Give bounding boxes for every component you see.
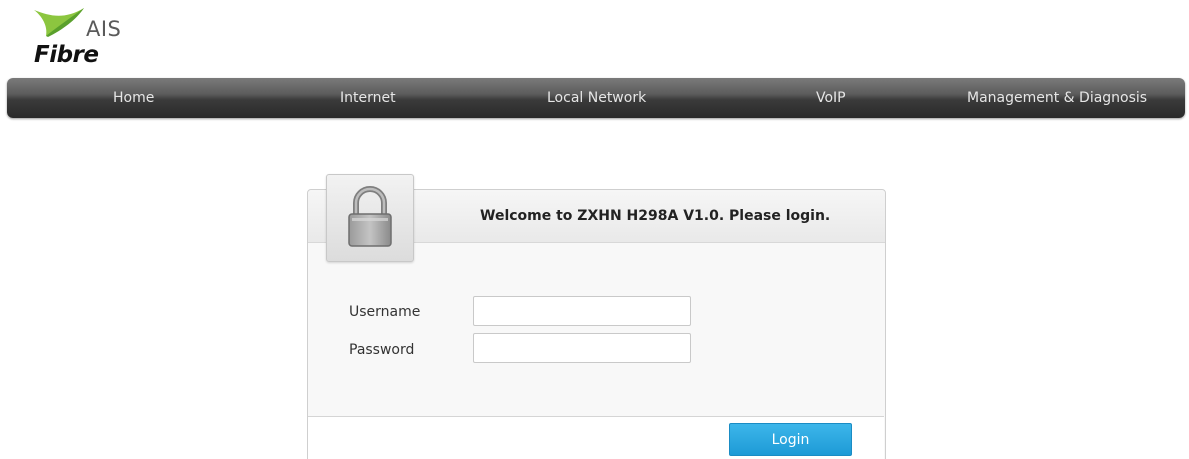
ais-fibre-logo: AIS Fibre: [30, 6, 140, 68]
nav-item-internet[interactable]: Internet: [340, 78, 396, 118]
login-page: AIS Fibre Home Internet Local Network Vo…: [0, 0, 1189, 459]
logo-product-text: Fibre: [34, 42, 99, 68]
password-label: Password: [349, 342, 415, 358]
logo-brand-text: AIS: [86, 17, 122, 41]
nav-item-management-diagnosis[interactable]: Management & Diagnosis: [967, 78, 1147, 118]
username-label: Username: [349, 304, 421, 320]
main-nav-bar: Home Internet Local Network VoIP Managem…: [7, 78, 1185, 118]
nav-item-local-network[interactable]: Local Network: [547, 78, 646, 118]
nav-item-home[interactable]: Home: [113, 78, 154, 118]
login-button[interactable]: Login: [729, 423, 852, 456]
nav-item-voip[interactable]: VoIP: [816, 78, 846, 118]
username-input[interactable]: [473, 296, 691, 326]
lock-icon: [348, 186, 392, 247]
login-title: Welcome to ZXHN H298A V1.0. Please login…: [480, 208, 831, 224]
lock-icon-box: [326, 174, 414, 262]
logo-swoosh-icon: [34, 8, 84, 37]
password-input[interactable]: [473, 333, 691, 363]
